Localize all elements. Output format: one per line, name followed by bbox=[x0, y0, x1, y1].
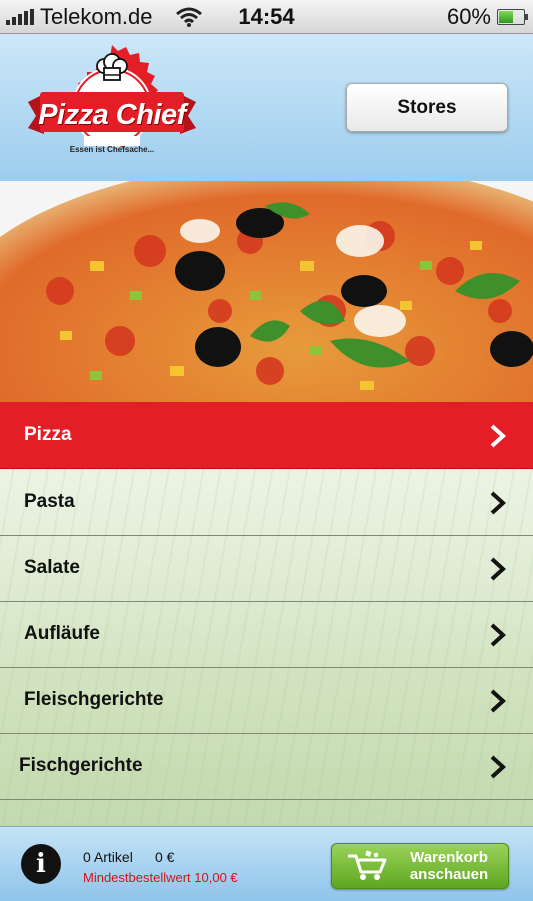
app-header: Pizza Chief Essen ist Chefsache... Store… bbox=[0, 34, 533, 182]
menu-item-label: Fleischgerichte bbox=[24, 689, 164, 710]
view-cart-button[interactable]: Warenkorb anschauen bbox=[331, 843, 509, 889]
menu-item-label: Fischgerichte bbox=[19, 755, 143, 776]
menu-item-label: Salate bbox=[24, 557, 80, 578]
minimum-order-note: Mindestbestellwert 10,00 € bbox=[83, 870, 238, 885]
chevron-right-icon bbox=[490, 424, 506, 448]
menu-item-auflaeufe[interactable]: Aufläufe bbox=[0, 601, 533, 668]
menu-item-salate[interactable]: Salate bbox=[0, 535, 533, 602]
cart-icon bbox=[348, 850, 387, 880]
menu-item-fischgerichte[interactable]: Fischgerichte bbox=[0, 733, 533, 800]
menu-item-label: Aufläufe bbox=[24, 623, 100, 644]
pizza-chief-logo[interactable]: Pizza Chief Essen ist Chefsache... bbox=[22, 42, 202, 172]
chevron-right-icon bbox=[490, 623, 506, 647]
chevron-right-icon bbox=[490, 755, 506, 779]
view-cart-label-line1: Warenkorb bbox=[410, 849, 488, 866]
chevron-right-icon bbox=[490, 491, 506, 515]
menu-item-fleischgerichte[interactable]: Fleischgerichte bbox=[0, 667, 533, 734]
chevron-right-icon bbox=[490, 689, 506, 713]
menu-item-label: Pasta bbox=[24, 491, 75, 512]
chevron-right-icon bbox=[490, 557, 506, 581]
view-cart-label-line2: anschauen bbox=[409, 866, 489, 883]
status-bar: Telekom.de 14:54 60% bbox=[0, 0, 533, 34]
info-icon[interactable]: i bbox=[21, 844, 61, 884]
cart-bar: i 0 Artikel 0 € Mindestbestellwert 10,00… bbox=[0, 826, 533, 901]
stores-button[interactable]: Stores bbox=[346, 83, 508, 132]
pizza-photo bbox=[0, 181, 533, 402]
menu-item-label: Pizza bbox=[24, 424, 72, 445]
cart-total: 0 € bbox=[155, 849, 175, 865]
battery-icon bbox=[497, 9, 528, 25]
battery-percent: 60% bbox=[446, 4, 491, 29]
category-menu: Pizza Pasta Salate Aufläufe Fleischgeric… bbox=[0, 402, 533, 826]
pizza-hero-image bbox=[0, 181, 533, 402]
logo-tagline: Essen ist Chefsache... bbox=[69, 145, 155, 154]
cart-article-count: 0 Artikel bbox=[83, 849, 133, 865]
menu-item-pasta[interactable]: Pasta bbox=[0, 469, 533, 536]
view-cart-label: Warenkorb anschauen bbox=[394, 849, 504, 883]
battery-level bbox=[499, 11, 513, 23]
logo-title: Pizza Chief bbox=[38, 99, 186, 131]
menu-item-pizza[interactable]: Pizza bbox=[0, 402, 533, 469]
